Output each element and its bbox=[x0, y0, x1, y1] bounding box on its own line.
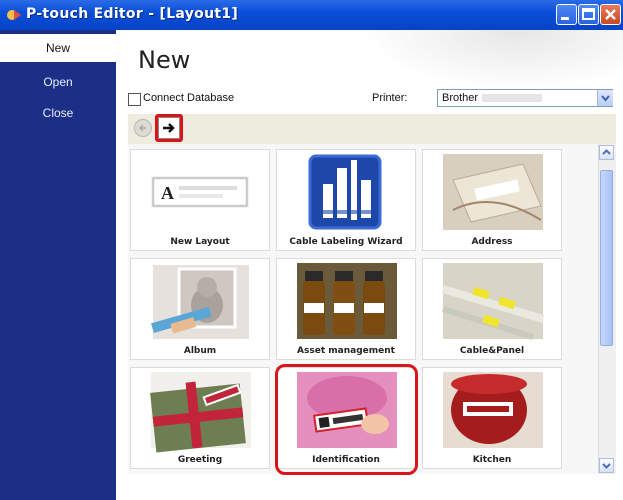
album-photo bbox=[151, 265, 249, 339]
maximize-icon bbox=[582, 8, 595, 20]
forward-highlight bbox=[155, 114, 183, 142]
maximize-button[interactable] bbox=[578, 4, 599, 25]
connect-database-label[interactable]: Connect Database bbox=[143, 92, 234, 104]
page-title: New bbox=[138, 46, 191, 74]
navigation-bar bbox=[128, 114, 616, 144]
template-label: New Layout bbox=[170, 237, 230, 247]
greeting-photo bbox=[150, 372, 251, 453]
template-cable-labeling-wizard[interactable] bbox=[276, 149, 416, 251]
status-strip bbox=[116, 482, 623, 500]
header-decoration bbox=[360, 30, 623, 90]
chevron-down-icon bbox=[601, 95, 610, 102]
sidebar-item-new[interactable]: New bbox=[0, 34, 116, 62]
chevron-up-icon bbox=[602, 149, 611, 155]
template-label: Cable&Panel bbox=[459, 346, 525, 356]
template-asset-management[interactable] bbox=[276, 258, 416, 360]
template-greeting[interactable] bbox=[130, 367, 270, 469]
new-layout-icon: A bbox=[151, 176, 249, 208]
back-button[interactable] bbox=[134, 119, 152, 137]
template-kitchen[interactable] bbox=[422, 367, 562, 469]
app-icon bbox=[6, 7, 22, 23]
cable-panel-photo bbox=[441, 263, 545, 340]
minimize-button[interactable] bbox=[556, 4, 577, 25]
scroll-down-button[interactable] bbox=[599, 458, 614, 473]
cable-wizard-icon bbox=[308, 154, 382, 230]
close-icon bbox=[605, 9, 616, 20]
template-new-layout[interactable]: A bbox=[130, 149, 270, 251]
asset-photo bbox=[297, 263, 397, 339]
template-label: Cable Labeling Wizard bbox=[289, 237, 403, 247]
template-label: Asset management bbox=[297, 346, 395, 356]
identification-highlight bbox=[275, 364, 418, 475]
address-photo bbox=[443, 154, 543, 230]
printer-label: Printer: bbox=[372, 92, 408, 104]
template-label: Album bbox=[183, 346, 217, 356]
template-label: Address bbox=[471, 237, 513, 247]
window-title: P-touch Editor - [Layout1] bbox=[26, 6, 239, 22]
template-address[interactable] bbox=[422, 149, 562, 251]
svg-text:A: A bbox=[161, 183, 174, 203]
printer-dropdown-button[interactable] bbox=[597, 90, 613, 106]
scroll-up-button[interactable] bbox=[599, 145, 614, 160]
template-cable-panel[interactable] bbox=[422, 258, 562, 360]
sidebar-item-open[interactable]: Open bbox=[0, 68, 116, 96]
close-button[interactable] bbox=[600, 4, 621, 25]
chevron-down-icon bbox=[602, 463, 611, 469]
arrow-left-icon bbox=[138, 124, 146, 132]
kitchen-photo bbox=[443, 372, 543, 448]
template-label: Kitchen bbox=[472, 455, 512, 465]
scroll-thumb[interactable] bbox=[600, 170, 613, 346]
sidebar-item-close[interactable]: Close bbox=[0, 99, 116, 127]
connect-database-checkbox[interactable] bbox=[128, 93, 141, 106]
template-album[interactable] bbox=[130, 258, 270, 360]
minimize-icon bbox=[561, 17, 569, 20]
printer-model-redacted bbox=[482, 94, 542, 102]
template-label: Greeting bbox=[177, 455, 223, 465]
printer-value: Brother bbox=[442, 92, 479, 104]
